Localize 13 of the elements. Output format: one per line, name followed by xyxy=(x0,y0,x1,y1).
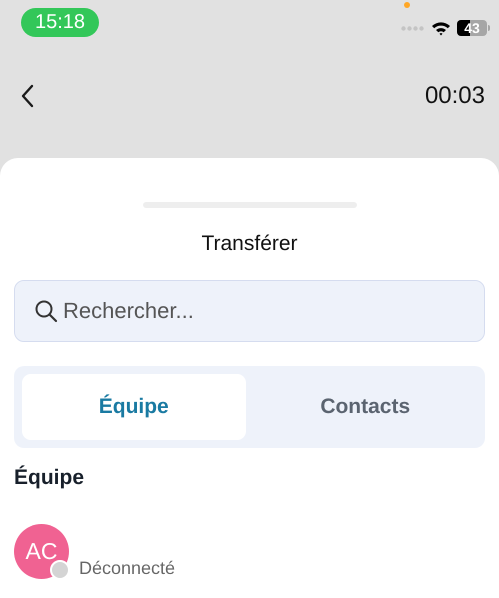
signal-icon xyxy=(401,26,425,30)
back-button[interactable] xyxy=(20,84,34,108)
tab[interactable]: Contacts xyxy=(254,374,477,440)
sheet-title: Transférer xyxy=(200,232,299,256)
status-time: 15:18 xyxy=(21,8,100,36)
avatar-initials: AC xyxy=(26,538,58,565)
search-field[interactable]: Rechercher... xyxy=(14,280,485,342)
call-timer: 00:03 xyxy=(424,82,485,110)
tab[interactable]: Équipe xyxy=(22,374,246,440)
wifi-icon xyxy=(431,20,451,36)
section-heading: Équipe xyxy=(14,466,86,490)
camera-indicator-icon xyxy=(404,2,410,8)
member-status: Déconnecté xyxy=(79,558,176,579)
